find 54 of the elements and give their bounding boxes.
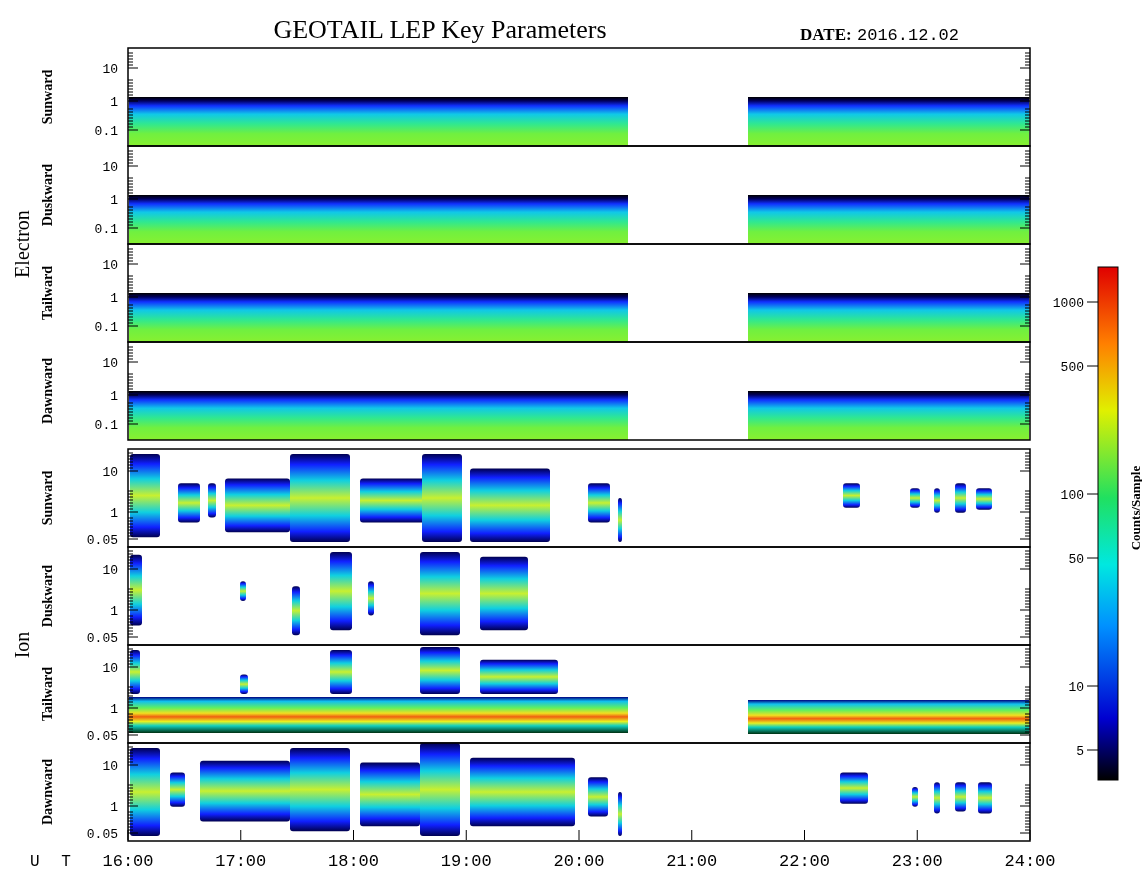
group-label: Electron [11,210,33,278]
x-tick-label: 24:00 [1004,852,1056,871]
y-tick-label: 1 [110,95,118,110]
y-tick-label: 1 [110,604,118,619]
x-tick-label: 17:00 [215,852,267,871]
colorbar-tick-label: 100 [1060,488,1084,503]
y-tick-label: 10 [102,563,118,578]
x-tick-label: 23:00 [891,852,943,871]
panel-label: Dawnward [40,758,55,826]
colorbar-tick-label: 500 [1060,360,1084,375]
plot-title: GEOTAIL LEP Key Parameters [273,15,607,44]
date-value: 2016.12.02 [857,26,960,45]
colorbar-tick-label: 10 [1068,680,1084,695]
colorbar-label: Counts/Sample [1128,465,1142,551]
date-label: DATE: [800,25,852,44]
y-tick-label: 1 [110,389,118,404]
y-tick-label: 10 [102,62,118,77]
y-tick-label: 0.1 [94,124,118,139]
y-tick-label: 10 [102,661,118,676]
panel-label: Duskward [40,564,55,628]
x-tick-label: 20:00 [553,852,605,871]
x-tick-label: 18:00 [328,852,379,871]
y-tick-label: 0.1 [94,222,118,237]
colorbar-tick-label: 50 [1068,552,1084,567]
panel-label: Sunward [40,470,55,526]
x-tick-label: 22:00 [779,852,830,871]
colorbar-tick-label: 1000 [1052,296,1084,311]
y-tick-label: 0.05 [86,729,118,744]
group-label: Ion [11,631,33,659]
y-tick-label: 10 [102,258,118,273]
x-tick-label: 16:00 [102,852,154,871]
y-tick-label: 0.1 [94,320,118,335]
y-tick-label: 10 [102,160,118,175]
y-tick-label: 1 [110,506,118,521]
x-tick-label: 19:00 [440,852,492,871]
y-tick-label: 10 [102,465,118,480]
panel-label: Duskward [40,163,55,227]
x-axis-label: U T [30,853,77,871]
x-tick-label: 21:00 [666,852,718,871]
panel-label: Sunward [40,69,55,125]
panel-label: Dawnward [40,357,55,425]
panel-label: Tailward [40,266,55,320]
y-tick-label: 1 [110,193,118,208]
colorbar-tick-label: 5 [1076,744,1084,759]
y-tick-label: 10 [102,759,118,774]
y-tick-label: 1 [110,291,118,306]
y-tick-label: 0.05 [86,533,118,548]
y-tick-label: 0.05 [86,631,118,646]
y-tick-label: 1 [110,702,118,717]
y-tick-label: 0.05 [86,827,118,842]
panel-label: Tailward [40,667,55,721]
y-tick-label: 1 [110,800,118,815]
y-tick-label: 0.1 [94,418,118,433]
y-tick-label: 10 [102,356,118,371]
